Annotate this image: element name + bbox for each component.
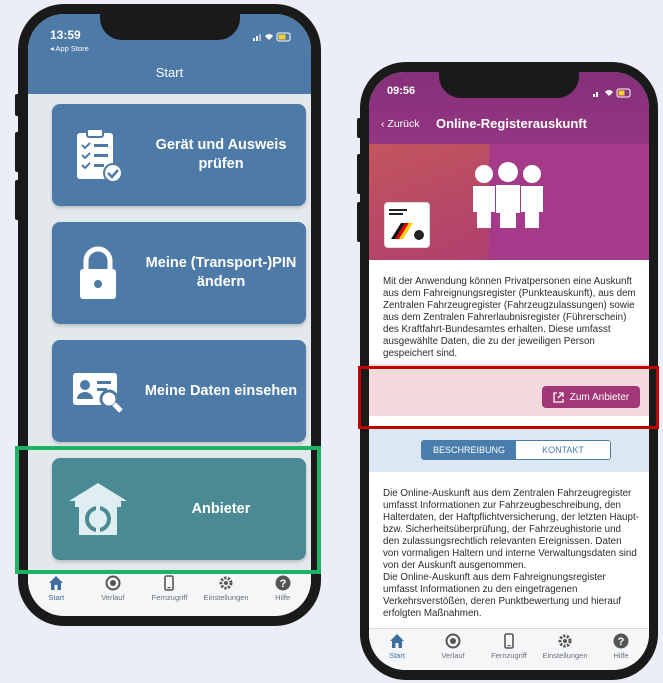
- tab-verlauf[interactable]: Verlauf: [425, 629, 481, 670]
- kba-logo-image: [384, 202, 430, 248]
- back-button[interactable]: ‹ Zurück: [381, 118, 420, 130]
- tile-label: Anbieter: [191, 500, 251, 517]
- volume-down-button: [15, 180, 19, 220]
- tab-fernzugriff[interactable]: Fernzugriff: [481, 629, 537, 670]
- tab-hilfe[interactable]: ? Hilfe: [254, 571, 311, 616]
- phone-icon: [504, 633, 514, 649]
- tab-label: Hilfe: [275, 593, 291, 602]
- id-card-search-icon: [52, 340, 144, 442]
- tab-bar: Start Verlauf Fernzugriff Einstellungen …: [369, 628, 649, 670]
- history-icon: [445, 633, 461, 649]
- home-icon: [49, 576, 64, 590]
- volume-down-button: [357, 202, 361, 242]
- notch: [100, 14, 240, 40]
- tab-label: Einstellungen: [203, 593, 249, 602]
- tab-bar: Start Verlauf Fernzugriff Einstellungen …: [28, 570, 311, 616]
- header: 09:56 ‹ Zurück Online-Registerauskunft: [369, 72, 649, 260]
- tab-fernzugriff[interactable]: Fernzugriff: [141, 571, 198, 616]
- notch: [439, 72, 579, 98]
- lock-icon: [52, 222, 144, 324]
- tile-label: Meine Daten einsehen: [144, 382, 298, 399]
- history-icon: [105, 575, 121, 591]
- volume-up-button: [15, 132, 19, 172]
- tile-label: Meine (Transport-)PIN ändern: [145, 255, 297, 290]
- signal-wifi-battery-icon: [253, 32, 291, 42]
- status-icons: [593, 88, 633, 100]
- home-icon: [390, 634, 404, 648]
- screen-start: 13:59 ◂ App Store Start Gerät und Auswei…: [28, 14, 311, 616]
- tab-label: Verlauf: [441, 651, 465, 660]
- gear-icon: [219, 576, 233, 590]
- gear-icon: [558, 634, 572, 648]
- tab-start[interactable]: Start: [369, 629, 425, 670]
- status-time: 13:59: [50, 28, 81, 42]
- tab-label: Verlauf: [101, 593, 125, 602]
- tab-label: Hilfe: [613, 651, 629, 660]
- mute-switch: [15, 94, 19, 116]
- segment-beschreibung[interactable]: BESCHREIBUNG: [422, 441, 516, 459]
- phone-icon: [164, 575, 175, 591]
- tab-verlauf[interactable]: Verlauf: [85, 571, 142, 616]
- segment-control-bar: BESCHREIBUNG KONTAKT: [369, 428, 649, 472]
- button-label: Zum Anbieter: [569, 391, 630, 403]
- phone-left: 13:59 ◂ App Store Start Gerät und Auswei…: [15, 4, 321, 626]
- segment-kontakt[interactable]: KONTAKT: [516, 441, 610, 459]
- provider-tile[interactable]: Anbieter: [52, 458, 306, 560]
- check-device-and-id-tile[interactable]: Gerät und Ausweis prüfen: [52, 104, 306, 206]
- tab-start[interactable]: Start: [28, 571, 85, 616]
- help-icon: ?: [275, 575, 291, 591]
- tab-label: Fernzugriff: [491, 651, 527, 660]
- tab-einstellungen[interactable]: Einstellungen: [198, 571, 255, 616]
- clipboard-check-icon: [52, 104, 144, 206]
- tab-label: Fernzugriff: [151, 593, 188, 602]
- tile-label: Gerät und Ausweis prüfen: [155, 137, 287, 172]
- phone-right: 09:56 ‹ Zurück Online-Registerauskunft M…: [357, 62, 658, 680]
- back-to-app-store-link[interactable]: ◂ App Store: [50, 44, 89, 53]
- help-icon: ?: [613, 633, 629, 649]
- back-label: Zurück: [387, 118, 420, 130]
- page-title: Start: [155, 65, 184, 80]
- screen-online-registerauskunft: 09:56 ‹ Zurück Online-Registerauskunft M…: [369, 72, 649, 670]
- svg-text:?: ?: [279, 578, 286, 590]
- svg-text:?: ?: [618, 636, 625, 648]
- status-icons: [253, 32, 293, 44]
- tab-label: Start: [48, 593, 65, 602]
- change-pin-tile[interactable]: Meine (Transport-)PIN ändern: [52, 222, 306, 324]
- provider-house-icon: [52, 458, 144, 560]
- external-link-icon: [553, 391, 564, 403]
- page-title: Online-Registerauskunft: [436, 116, 587, 131]
- tab-hilfe[interactable]: ? Hilfe: [593, 629, 649, 670]
- view-my-data-tile[interactable]: Meine Daten einsehen: [52, 340, 306, 442]
- volume-up-button: [357, 154, 361, 194]
- description-text: Mit der Anwendung können Privatpersonen …: [383, 276, 636, 360]
- body-text: Die Online-Auskunft aus dem Zentralen Fa…: [383, 488, 639, 620]
- status-time: 09:56: [387, 85, 416, 97]
- segment-control: BESCHREIBUNG KONTAKT: [421, 440, 611, 460]
- signal-wifi-battery-icon: [593, 88, 631, 98]
- people-group-icon: [469, 162, 547, 233]
- mute-switch: [357, 118, 361, 138]
- to-provider-button[interactable]: Zum Anbieter: [542, 386, 640, 408]
- tab-einstellungen[interactable]: Einstellungen: [537, 629, 593, 670]
- tab-label: Einstellungen: [542, 651, 588, 660]
- tab-label: Start: [389, 651, 405, 660]
